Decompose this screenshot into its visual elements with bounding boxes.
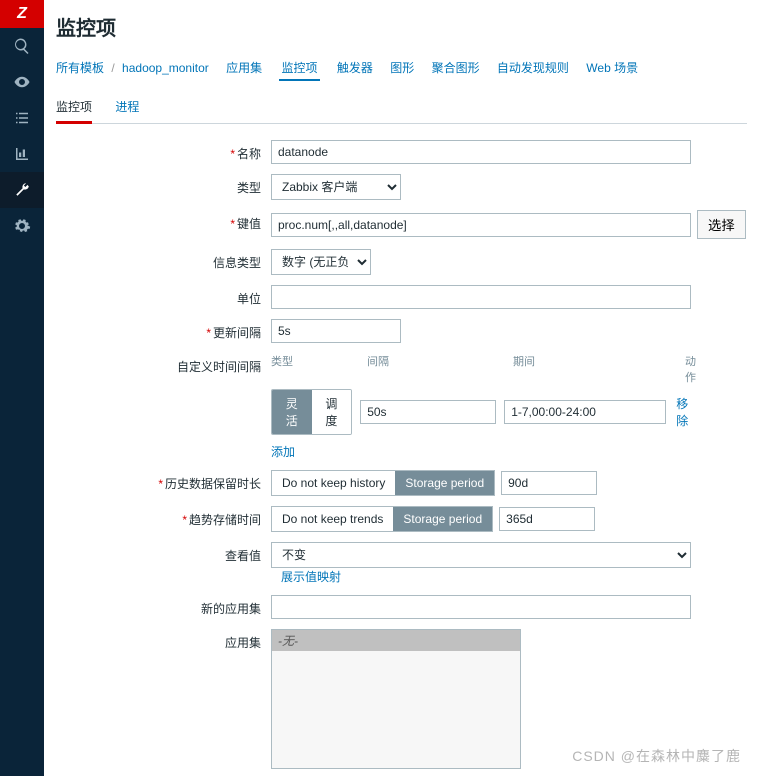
nav-discovery[interactable]: 自动发现规则	[497, 61, 569, 75]
logo[interactable]: Z	[0, 0, 44, 28]
label-key: *键值	[56, 210, 271, 232]
search-icon	[13, 37, 31, 55]
sub-tabs: 监控项 进程	[56, 92, 747, 124]
nav-graphs[interactable]: 图形	[390, 61, 414, 75]
name-input[interactable]	[271, 140, 691, 164]
tab-item[interactable]: 监控项	[56, 92, 92, 124]
breadcrumb-nav-row: 所有模板 / hadoop_monitor 应用集 监控项 触发器 图形 聚合图…	[56, 53, 747, 82]
breadcrumb-root[interactable]: 所有模板	[56, 61, 104, 75]
ci-remove-link[interactable]: 移除	[676, 395, 696, 429]
apps-none-item[interactable]: -无-	[272, 630, 520, 651]
ci-period-input[interactable]	[504, 400, 666, 424]
label-new-app: 新的应用集	[56, 595, 271, 617]
chart-icon	[13, 145, 31, 163]
key-select-button[interactable]: 选择	[697, 210, 746, 239]
label-type: 类型	[56, 174, 271, 196]
sidebar-config[interactable]	[0, 172, 44, 208]
sidebar-admin[interactable]	[0, 208, 44, 244]
label-history: *历史数据保留时长	[56, 470, 271, 492]
label-apps: 应用集	[56, 629, 271, 651]
history-storage-button[interactable]: Storage period	[395, 471, 494, 495]
ci-header-period: 期间	[513, 353, 685, 385]
type-select[interactable]: Zabbix 客户端	[271, 174, 401, 200]
ci-header-interval: 间隔	[367, 353, 513, 385]
label-info-type: 信息类型	[56, 249, 271, 271]
eye-icon	[13, 73, 31, 91]
label-update-interval: *更新间隔	[56, 319, 271, 341]
key-input[interactable]	[271, 213, 691, 237]
sidebar-monitoring[interactable]	[0, 64, 44, 100]
label-name: *名称	[56, 140, 271, 162]
nav-web[interactable]: Web 场景	[586, 61, 638, 75]
wrench-icon	[13, 181, 31, 199]
new-app-input[interactable]	[271, 595, 691, 619]
tab-process[interactable]: 进程	[115, 92, 139, 121]
nav-items[interactable]: 监控项	[279, 57, 319, 81]
history-nokeep-button[interactable]: Do not keep history	[272, 471, 395, 495]
history-input[interactable]	[501, 471, 597, 495]
label-show-value: 查看值	[56, 542, 271, 564]
update-interval-input[interactable]	[271, 319, 401, 343]
apps-listbox[interactable]: -无-	[271, 629, 521, 769]
trends-storage-button[interactable]: Storage period	[393, 507, 492, 531]
ci-interval-input[interactable]	[360, 400, 496, 424]
page-title: 监控项	[56, 8, 747, 53]
ci-header-action: 动作	[685, 353, 696, 385]
sidebar-reports[interactable]	[0, 136, 44, 172]
gear-icon	[13, 217, 31, 235]
nav-screens[interactable]: 聚合图形	[432, 61, 480, 75]
nav-apps[interactable]: 应用集	[226, 61, 262, 75]
list-icon	[13, 109, 31, 127]
ci-add-link[interactable]: 添加	[271, 443, 295, 460]
info-type-select[interactable]: 数字 (无正负)	[271, 249, 371, 275]
label-custom-interval: 自定义时间间隔	[56, 353, 271, 375]
ci-header-type: 类型	[271, 353, 367, 385]
sidebar: Z	[0, 0, 44, 776]
ci-flex-button[interactable]: 灵活	[272, 390, 312, 434]
content: 监控项 所有模板 / hadoop_monitor 应用集 监控项 触发器 图形…	[44, 0, 759, 776]
show-value-select[interactable]: 不变	[271, 542, 691, 568]
sidebar-search[interactable]	[0, 28, 44, 64]
value-map-link[interactable]: 展示值映射	[281, 568, 341, 585]
breadcrumb-template[interactable]: hadoop_monitor	[122, 61, 209, 75]
nav-triggers[interactable]: 触发器	[337, 61, 373, 75]
label-unit: 单位	[56, 285, 271, 307]
sidebar-inventory[interactable]	[0, 100, 44, 136]
watermark: CSDN @在森林中麋了鹿	[572, 746, 741, 766]
breadcrumb-sep: /	[111, 61, 114, 75]
ci-sched-button[interactable]: 调度	[312, 390, 352, 434]
trends-input[interactable]	[499, 507, 595, 531]
trends-nokeep-button[interactable]: Do not keep trends	[272, 507, 393, 531]
label-trends: *趋势存储时间	[56, 506, 271, 528]
unit-input[interactable]	[271, 285, 691, 309]
